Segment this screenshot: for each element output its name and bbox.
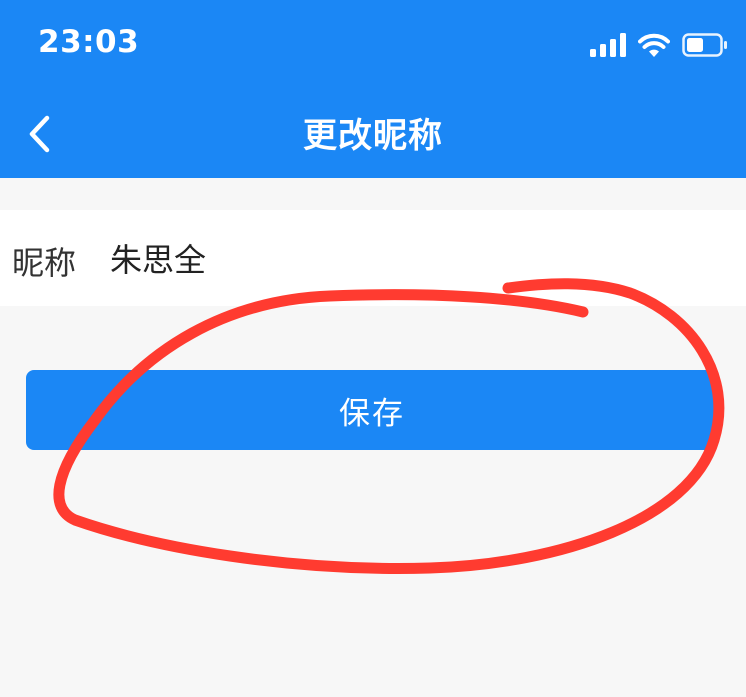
status-icons <box>590 30 728 60</box>
wifi-icon <box>638 33 670 57</box>
app-header: 23:03 更改昵称 <box>0 0 746 178</box>
nickname-input[interactable] <box>110 234 670 282</box>
status-time: 23:03 <box>38 24 140 60</box>
signal-icon <box>590 33 626 57</box>
save-button[interactable]: 保存 <box>26 370 718 450</box>
battery-icon <box>682 33 727 57</box>
nickname-label: 昵称 <box>12 244 77 282</box>
page-title: 更改昵称 <box>303 116 443 156</box>
nickname-field-row: 昵称 <box>0 210 746 306</box>
